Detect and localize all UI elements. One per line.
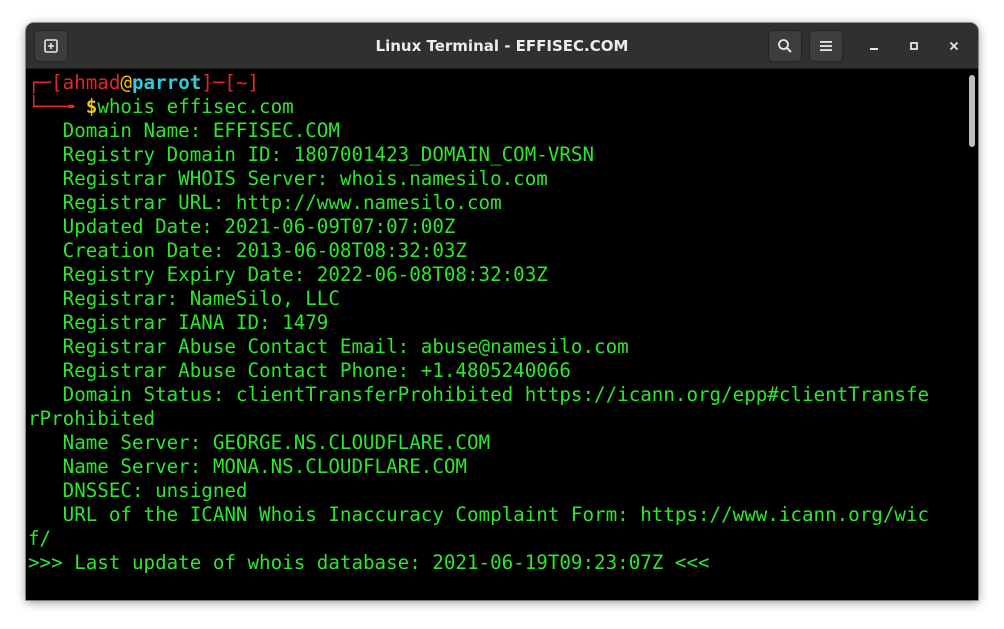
output-line: f/ bbox=[28, 527, 52, 550]
prompt-host: parrot bbox=[131, 71, 202, 94]
close-icon bbox=[949, 41, 959, 51]
output-line: rProhibited bbox=[28, 407, 156, 430]
maximize-button[interactable] bbox=[900, 32, 928, 60]
prompt-open-bracket: ┌─[ bbox=[28, 71, 63, 94]
output-line: DNSSEC: unsigned bbox=[28, 479, 248, 502]
prompt-line: ┌─[ahmad@parrot]─[~] bbox=[28, 71, 259, 95]
search-icon bbox=[778, 39, 792, 53]
scrollbar-thumb[interactable] bbox=[969, 75, 975, 147]
prompt-user: ahmad bbox=[62, 71, 121, 94]
output-line: Updated Date: 2021-06-09T07:07:00Z bbox=[28, 215, 456, 238]
terminal-output[interactable]: ┌─[ahmad@parrot]─[~] └──╼ $whois effisec… bbox=[26, 69, 966, 600]
terminal-window: Linux Terminal - EFFISEC.COM ┌─[ahmad@pa… bbox=[26, 23, 978, 600]
output-line: Creation Date: 2013-06-08T08:32:03Z bbox=[28, 239, 467, 262]
prompt-corner: └──╼ bbox=[28, 95, 86, 118]
output-line: Registrar WHOIS Server: whois.namesilo.c… bbox=[28, 167, 548, 190]
prompt-close-bracket: ] bbox=[247, 71, 260, 94]
titlebar: Linux Terminal - EFFISEC.COM bbox=[26, 23, 978, 69]
output-line: Name Server: MONA.NS.CLOUDFLARE.COM bbox=[28, 455, 467, 478]
menu-button[interactable] bbox=[809, 30, 843, 62]
output-line: Domain Status: clientTransferProhibited … bbox=[28, 383, 930, 406]
hamburger-menu-icon bbox=[820, 41, 832, 51]
output-line: Registry Domain ID: 1807001423_DOMAIN_CO… bbox=[28, 143, 595, 166]
prompt-mid-bracket: ]─[ bbox=[201, 71, 236, 94]
output-line: Registry Expiry Date: 2022-06-08T08:32:0… bbox=[28, 263, 548, 286]
maximize-icon bbox=[910, 42, 918, 50]
output-line: Registrar Abuse Contact Email: abuse@nam… bbox=[28, 335, 629, 358]
prompt-dollar: $ bbox=[85, 95, 98, 118]
output-line: Domain Name: EFFISEC.COM bbox=[28, 119, 340, 142]
output-line: Registrar IANA ID: 1479 bbox=[28, 311, 329, 334]
prompt-path: ~ bbox=[235, 71, 248, 94]
output-line: Registrar URL: http://www.namesilo.com bbox=[28, 191, 502, 214]
output-line: >>> Last update of whois database: 2021-… bbox=[28, 551, 710, 574]
command-line: └──╼ $whois effisec.com bbox=[28, 95, 294, 119]
scrollbar[interactable] bbox=[966, 69, 978, 600]
output-line: URL of the ICANN Whois Inaccuracy Compla… bbox=[28, 503, 930, 526]
prompt-at: @ bbox=[120, 71, 132, 94]
output-line: Registrar Abuse Contact Phone: +1.480524… bbox=[28, 359, 571, 382]
output-line: Name Server: GEORGE.NS.CLOUDFLARE.COM bbox=[28, 431, 491, 454]
close-button[interactable] bbox=[940, 32, 968, 60]
command-text: whois effisec.com bbox=[97, 95, 294, 118]
output-line: Registrar: NameSilo, LLC bbox=[28, 287, 340, 310]
minimize-icon bbox=[870, 48, 878, 50]
minimize-button[interactable] bbox=[860, 32, 888, 60]
search-button[interactable] bbox=[768, 30, 802, 62]
